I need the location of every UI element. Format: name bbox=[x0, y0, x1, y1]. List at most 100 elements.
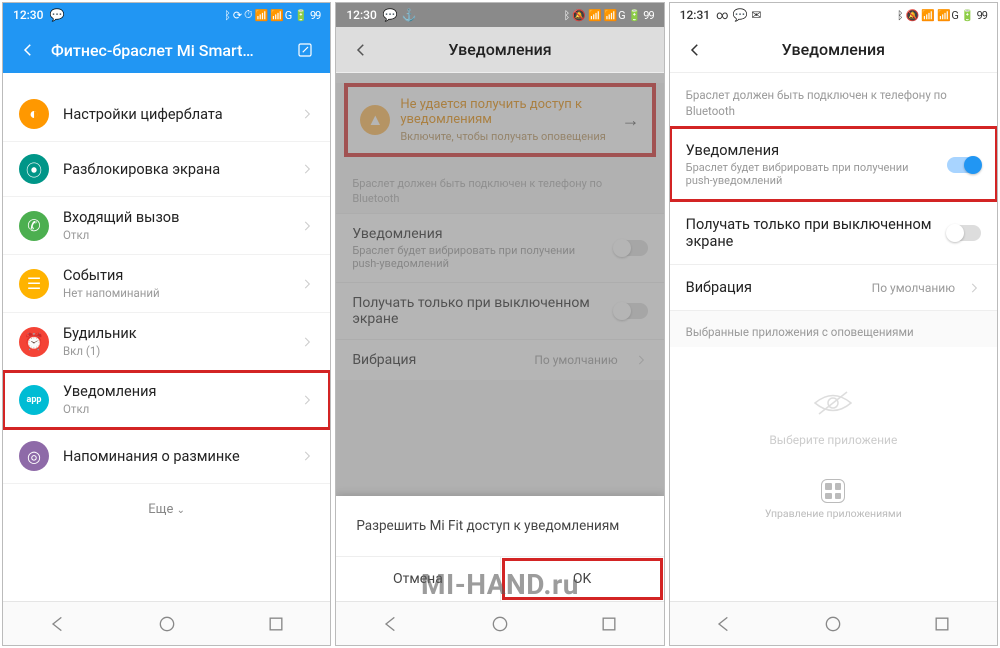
chevron-right-icon bbox=[300, 393, 314, 407]
notifications-toggle-row[interactable]: Уведомления Браслет будет вибрировать пр… bbox=[670, 127, 997, 201]
row-label: Напоминания о разминке bbox=[63, 448, 286, 465]
nav-recent[interactable] bbox=[596, 611, 622, 637]
chevron-right-icon bbox=[300, 162, 314, 176]
signal-icon: 📶 G bbox=[604, 9, 625, 22]
chevron-right-icon bbox=[634, 353, 648, 367]
settings-row-3[interactable]: ☰СобытияНет напоминаний bbox=[3, 255, 330, 313]
back-button[interactable] bbox=[17, 41, 39, 59]
battery-pct: 99 bbox=[310, 9, 320, 22]
row-label: Входящий вызов bbox=[63, 209, 286, 226]
nav-bar bbox=[670, 601, 997, 645]
clock-icon: ⏱ bbox=[244, 8, 252, 22]
status-time: 12:30 bbox=[346, 8, 376, 22]
bluetooth-note: Браслет должен быть подключен к телефону… bbox=[670, 73, 997, 127]
battery-pct: 99 bbox=[977, 9, 987, 22]
battery-icon: 🔋 bbox=[961, 9, 974, 22]
nav-home[interactable] bbox=[487, 611, 513, 637]
settings-row-5[interactable]: appУведомленияОткл bbox=[3, 371, 330, 429]
row-icon: ✆ bbox=[19, 211, 49, 241]
row-label: Будильник bbox=[63, 325, 286, 342]
status-bar: 12:30 💬 ⚓ ᛒ 🔕 📶 📶 G 🔋 99 bbox=[336, 3, 663, 27]
chevron-right-icon bbox=[300, 449, 314, 463]
back-button[interactable] bbox=[684, 41, 706, 59]
status-right-icons: ᛒ 🔕 📶 📶 G 🔋 99 bbox=[897, 9, 987, 22]
message-icon: 💬 bbox=[49, 8, 64, 22]
header-title: Уведомления bbox=[378, 40, 621, 59]
battery-pct: 99 bbox=[643, 9, 653, 22]
status-left-icons: 💬 bbox=[49, 8, 64, 22]
watermark: MI-HAND.ru bbox=[421, 568, 579, 601]
bluetooth-note: Браслет должен быть подключен к телефону… bbox=[336, 167, 663, 213]
vibration-row[interactable]: Вибрация По умолчанию bbox=[670, 264, 997, 310]
message-icon: 💬 bbox=[732, 8, 747, 22]
screenshot-1: 12:30 💬 ᛒ ⟳ ⏱ 📶 📶 G 🔋 99 Фитнес-браслет … bbox=[2, 2, 331, 646]
nav-recent[interactable] bbox=[263, 611, 289, 637]
nav-home[interactable] bbox=[154, 611, 180, 637]
warning-icon: ▲ bbox=[360, 105, 390, 135]
bluetooth-icon: ᛒ bbox=[224, 9, 230, 22]
status-time: 12:31 bbox=[680, 8, 710, 22]
empty-text: Выберите приложение bbox=[769, 433, 897, 447]
silent-icon: 🔕 bbox=[572, 9, 585, 22]
nav-recent[interactable] bbox=[929, 611, 955, 637]
status-left-icons: ∞ 💬 ✉ bbox=[716, 8, 761, 22]
row-sub: Браслет будет вибрировать при получении … bbox=[352, 244, 601, 270]
signal-icon: 📶 bbox=[921, 9, 934, 22]
row-sub: Браслет будет вибрировать при получении … bbox=[686, 161, 935, 187]
back-button[interactable] bbox=[350, 41, 372, 59]
toggle-off[interactable] bbox=[614, 303, 648, 319]
loop-icon: ∞ bbox=[716, 8, 728, 22]
arrow-right-icon: → bbox=[622, 110, 640, 131]
status-right-icons: ᛒ 🔕 📶 📶 G 🔋 99 bbox=[564, 9, 654, 22]
toggle-off[interactable] bbox=[947, 225, 981, 241]
notifications-toggle-row[interactable]: Уведомления Браслет будет вибрировать пр… bbox=[336, 213, 663, 282]
banner-subtitle: Включите, чтобы получать оповещения bbox=[400, 130, 611, 143]
toggle-on[interactable] bbox=[947, 157, 981, 173]
row-label: Разблокировка экрана bbox=[63, 161, 286, 178]
row-value: По умолчанию bbox=[872, 281, 955, 295]
nav-home[interactable] bbox=[820, 611, 846, 637]
toggle-off[interactable] bbox=[614, 240, 648, 256]
nav-back[interactable] bbox=[711, 611, 737, 637]
permission-banner[interactable]: ▲ Не удается получить доступ к уведомлен… bbox=[344, 83, 655, 157]
eye-off-icon bbox=[811, 387, 855, 427]
nav-back[interactable] bbox=[378, 611, 404, 637]
signal-icon: 📶 bbox=[255, 9, 268, 22]
chevron-right-icon bbox=[967, 281, 981, 295]
dialog-message: Разрешить Mi Fit доступ к уведомлениям bbox=[336, 496, 663, 556]
row-value: По умолчанию bbox=[534, 353, 617, 367]
row-label: События bbox=[63, 267, 286, 284]
screenshot-2: 12:30 💬 ⚓ ᛒ 🔕 📶 📶 G 🔋 99 Уведомления ▲ Н… bbox=[335, 2, 664, 646]
row-label: Получать только при выключенном экране bbox=[352, 295, 601, 327]
screen-off-toggle-row[interactable]: Получать только при выключенном экране bbox=[670, 201, 997, 264]
show-more[interactable]: Еще ⌄ bbox=[3, 484, 330, 535]
row-sub: Откл bbox=[63, 228, 286, 242]
row-icon: ◐ bbox=[19, 99, 49, 129]
settings-row-1[interactable]: ⦿Разблокировка экрана bbox=[3, 142, 330, 197]
app-management[interactable]: Управление приложениями bbox=[670, 447, 997, 528]
screen-off-toggle-row[interactable]: Получать только при выключенном экране bbox=[336, 282, 663, 339]
nav-back[interactable] bbox=[45, 611, 71, 637]
row-label: Уведомления bbox=[686, 142, 935, 159]
edit-button[interactable] bbox=[294, 41, 316, 59]
header-title: Фитнес-браслет Mi Smart… bbox=[45, 41, 288, 60]
status-left-icons: 💬 ⚓ bbox=[383, 8, 417, 22]
settings-row-0[interactable]: ◐Настройки циферблата bbox=[3, 87, 330, 142]
settings-row-2[interactable]: ✆ Входящий вызов Откл bbox=[3, 197, 330, 255]
settings-row-6[interactable]: ◎Напоминания о разминке bbox=[3, 429, 330, 484]
signal-icon: 📶 G bbox=[270, 9, 291, 22]
chevron-right-icon bbox=[300, 277, 314, 291]
vibration-row[interactable]: Вибрация По умолчанию bbox=[336, 339, 663, 380]
signal-icon: 📶 G bbox=[937, 9, 958, 22]
row-label: Получать только при выключенном экране bbox=[686, 216, 935, 250]
status-time: 12:30 bbox=[13, 8, 43, 22]
app-header: Фитнес-браслет Mi Smart… bbox=[3, 27, 330, 73]
status-right-icons: ᛒ ⟳ ⏱ 📶 📶 G 🔋 99 bbox=[224, 8, 320, 22]
app-header: Уведомления bbox=[670, 27, 997, 73]
row-icon: ⏰ bbox=[19, 327, 49, 357]
settings-list: ◐Настройки циферблата⦿Разблокировка экра… bbox=[3, 73, 330, 601]
notifications-page: Браслет должен быть подключен к телефону… bbox=[670, 73, 997, 601]
chevron-right-icon bbox=[300, 107, 314, 121]
status-bar: 12:30 💬 ᛒ ⟳ ⏱ 📶 📶 G 🔋 99 bbox=[3, 3, 330, 27]
settings-row-4[interactable]: ⏰БудильникВкл (1) bbox=[3, 313, 330, 371]
